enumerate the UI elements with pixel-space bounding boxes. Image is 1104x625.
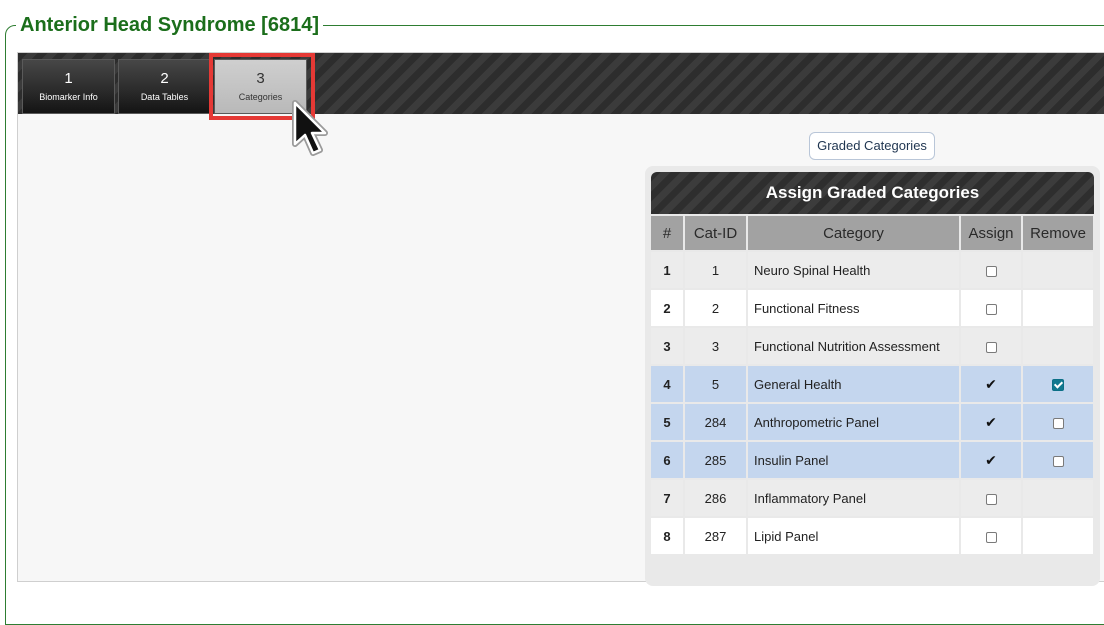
cat-id: 2 xyxy=(685,290,746,326)
row-number: 7 xyxy=(651,480,683,516)
header-assign: Assign xyxy=(961,216,1021,250)
cat-id: 284 xyxy=(685,404,746,440)
row-number: 1 xyxy=(651,252,683,288)
tab-number: 2 xyxy=(160,70,169,87)
tab-biomarker-info[interactable]: 1 Biomarker Info xyxy=(22,59,115,114)
row-number: 2 xyxy=(651,290,683,326)
tab-label: Data Tables xyxy=(140,92,189,102)
row-number: 8 xyxy=(651,518,683,554)
row-number: 3 xyxy=(651,328,683,364)
assign-cell: ✔ xyxy=(961,366,1021,402)
tab-bar: 1 Biomarker Info 2 Data Tables 3 Categor… xyxy=(18,53,1104,114)
header-category: Category xyxy=(748,216,959,250)
remove-checkbox[interactable] xyxy=(1052,379,1064,392)
category-name: Insulin Panel xyxy=(748,442,959,478)
remove-cell xyxy=(1023,442,1093,478)
assign-cell xyxy=(961,480,1021,516)
tab-label: Biomarker Info xyxy=(39,92,98,102)
graded-categories-button[interactable]: Graded Categories xyxy=(809,132,935,160)
remove-cell xyxy=(1023,518,1093,554)
table-row: 7 286 Inflammatory Panel xyxy=(651,480,1093,516)
tab-data-tables[interactable]: 2 Data Tables xyxy=(118,59,211,114)
assign-checkbox[interactable] xyxy=(985,303,997,315)
cat-id: 286 xyxy=(685,480,746,516)
row-number: 6 xyxy=(651,442,683,478)
table-row: 5 284 Anthropometric Panel ✔ xyxy=(651,404,1093,440)
category-name: Inflammatory Panel xyxy=(748,480,959,516)
category-name: Neuro Spinal Health xyxy=(748,252,959,288)
category-name: Anthropometric Panel xyxy=(748,404,959,440)
category-name: Lipid Panel xyxy=(748,518,959,554)
table-row: 3 3 Functional Nutrition Assessment xyxy=(651,328,1093,364)
cat-id: 3 xyxy=(685,328,746,364)
cat-id: 285 xyxy=(685,442,746,478)
tab-number: 3 xyxy=(256,70,265,87)
row-number: 4 xyxy=(651,366,683,402)
assign-cell xyxy=(961,290,1021,326)
assigned-check-icon: ✔ xyxy=(985,413,997,430)
cat-id: 287 xyxy=(685,518,746,554)
assign-checkbox[interactable] xyxy=(985,493,997,505)
remove-checkbox[interactable] xyxy=(1052,455,1064,467)
category-name: General Health xyxy=(748,366,959,402)
header-number: # xyxy=(651,216,683,250)
mouse-cursor-icon xyxy=(292,100,328,156)
table-row: 4 5 General Health ✔ xyxy=(651,366,1093,402)
assign-table-title: Assign Graded Categories xyxy=(651,172,1094,214)
assign-cell xyxy=(961,328,1021,364)
header-cat-id: Cat-ID xyxy=(685,216,746,250)
tab-number: 1 xyxy=(64,70,73,87)
assigned-check-icon: ✔ xyxy=(985,451,997,468)
assign-checkbox[interactable] xyxy=(985,531,997,543)
remove-cell xyxy=(1023,404,1093,440)
assign-categories-table: # Cat-ID Category Assign Remove 1 1 Neur… xyxy=(649,214,1095,556)
assign-cell: ✔ xyxy=(961,442,1021,478)
assign-checkbox[interactable] xyxy=(985,265,997,277)
cat-id: 1 xyxy=(685,252,746,288)
table-header-row: # Cat-ID Category Assign Remove xyxy=(651,216,1093,250)
page-title: Anterior Head Syndrome [6814] xyxy=(16,12,323,38)
assign-checkbox[interactable] xyxy=(985,341,997,353)
row-number: 5 xyxy=(651,404,683,440)
category-name: Functional Nutrition Assessment xyxy=(748,328,959,364)
header-remove: Remove xyxy=(1023,216,1093,250)
table-row: 6 285 Insulin Panel ✔ xyxy=(651,442,1093,478)
remove-cell xyxy=(1023,252,1093,288)
remove-cell xyxy=(1023,366,1093,402)
category-name: Functional Fitness xyxy=(748,290,959,326)
remove-cell xyxy=(1023,480,1093,516)
table-row: 8 287 Lipid Panel xyxy=(651,518,1093,554)
table-row: 1 1 Neuro Spinal Health xyxy=(651,252,1093,288)
assign-cell: ✔ xyxy=(961,404,1021,440)
assigned-check-icon: ✔ xyxy=(985,375,997,392)
assign-cell xyxy=(961,518,1021,554)
remove-checkbox[interactable] xyxy=(1052,417,1064,429)
remove-cell xyxy=(1023,328,1093,364)
cat-id: 5 xyxy=(685,366,746,402)
assign-cell xyxy=(961,252,1021,288)
remove-cell xyxy=(1023,290,1093,326)
table-row: 2 2 Functional Fitness xyxy=(651,290,1093,326)
